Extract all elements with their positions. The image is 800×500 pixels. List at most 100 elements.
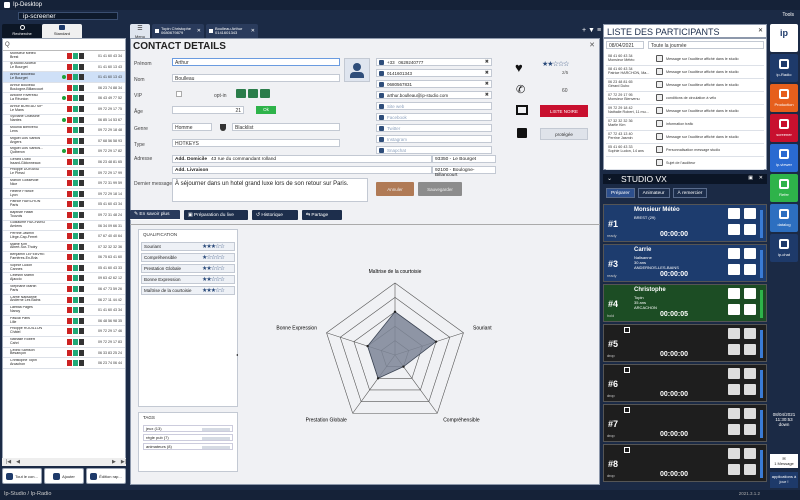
last-page-button[interactable]: ▶| [121, 459, 126, 465]
phone-icon[interactable] [728, 448, 740, 459]
close-icon[interactable]: ✕ [589, 41, 595, 49]
call-icon[interactable] [67, 360, 72, 367]
contact-row[interactable]: Carrie Nalisanne Anderne Les Bains 06 27 … [3, 295, 125, 306]
sms-icon[interactable] [73, 339, 78, 346]
phone-icon[interactable] [728, 248, 740, 259]
add-icon[interactable]: + [582, 27, 586, 34]
call-icon[interactable] [67, 264, 72, 271]
sms-icon[interactable] [73, 95, 78, 102]
mute-icon[interactable] [744, 344, 756, 355]
first-page-button[interactable]: |◀ [6, 459, 11, 465]
contact-row[interactable]: Maéle Kim Albert-Sur-Thoiry 07 32 32 32 3… [3, 242, 125, 253]
sidebar-item-production[interactable]: Production [770, 84, 798, 112]
edit-icon[interactable] [624, 327, 630, 333]
contact-row[interactable]: ip-studio Acceuil Le Bourget 01 41 60 13 … [3, 62, 125, 73]
tab-standard[interactable]: Standard [42, 24, 82, 38]
call-icon[interactable] [67, 95, 72, 102]
contact-row[interactable]: Christophe Topin Arcachon 06 23 74 06 44 [3, 358, 125, 369]
sms-icon[interactable] [73, 63, 78, 70]
mute-icon[interactable] [744, 264, 756, 275]
delete-icon[interactable]: ✖ [485, 70, 489, 76]
edit-contact-button[interactable]: Édition rap... [86, 468, 126, 484]
sms-icon[interactable] [73, 127, 78, 134]
participant-row[interactable]: 07 72 43 13 40 Perrine Jasmin Message sur… [606, 131, 764, 144]
prenom-field[interactable]: Arthur [172, 58, 340, 66]
blacklist-button[interactable]: LISTE NOIRE [540, 105, 588, 117]
sms-icon[interactable] [73, 349, 78, 356]
sms-icon[interactable] [73, 275, 78, 282]
avatar[interactable] [344, 58, 370, 82]
mail-icon[interactable] [79, 180, 84, 187]
tab-recherche[interactable]: Recherche [2, 24, 42, 38]
mute-icon[interactable] [744, 304, 756, 315]
sms-icon[interactable] [73, 116, 78, 123]
tab-historique[interactable]: ↺ Historique [252, 210, 298, 220]
tab-a-remercier[interactable]: À remercier [672, 188, 708, 198]
call-icon[interactable] [67, 63, 72, 70]
delete-icon[interactable]: ✖ [485, 92, 489, 98]
mail-icon[interactable] [79, 211, 84, 218]
hangup-icon[interactable] [728, 384, 740, 395]
dialpad-icon[interactable] [744, 208, 756, 219]
contact-row[interactable]: Philippe ROUILLON Châtel 09 72 29 17 46 [3, 326, 125, 338]
last-message-field[interactable]: À séjourner dans un hotel grand luxe lor… [172, 178, 368, 202]
tab-menu[interactable]: ☰ Menu [130, 24, 150, 39]
contact-row[interactable]: Arthur Boulleau Le Bourget 01 41 60 13 43 [3, 72, 125, 83]
sidebar-item-ipradio[interactable]: ip-Radio [770, 54, 798, 82]
phone-3[interactable]: 0680567831 ✖ [376, 80, 492, 88]
nom-field[interactable]: Boulleau [172, 74, 340, 82]
genre-select[interactable]: Homme [172, 123, 212, 131]
participant-row[interactable]: 07 32 32 32 36 Maéle Kim information traf… [606, 118, 764, 131]
call-icon[interactable] [67, 254, 72, 261]
contact-row[interactable]: Miguel Dos Santos Angers 07 68 56 58 93 [3, 136, 125, 147]
mail-icon[interactable] [79, 74, 84, 81]
dialpad-icon[interactable] [744, 288, 756, 299]
contact-row[interactable]: Sylviane Chassine Nantes 06 85 14 53 67 [3, 115, 125, 126]
call-icon[interactable] [67, 243, 72, 250]
dialpad-icon[interactable] [744, 368, 756, 379]
collapse-icon[interactable]: ⌄ [607, 175, 612, 182]
phone-icon[interactable] [728, 368, 740, 379]
mail-icon[interactable] [79, 243, 84, 250]
sidebar-item-datalog[interactable]: datalog [770, 204, 798, 232]
mail-icon[interactable] [79, 148, 84, 155]
mail-icon[interactable] [79, 233, 84, 240]
contact-row[interactable]: Cédric Samson Besançon 06 33 83 25 24 [3, 348, 125, 359]
collapse-handle[interactable]: ◂ [236, 352, 238, 357]
hangup-icon[interactable] [728, 304, 740, 315]
sidebar-item-ipviewer[interactable]: ip-viewer [770, 144, 798, 172]
contact-row[interactable]: Nathalie Robert Cahri 09 72 29 17 83 [3, 337, 125, 348]
phone-icon[interactable] [728, 328, 740, 339]
contact-row[interactable]: Benjamin LEFEBVRE Farrières-En-Bria 06 75… [3, 252, 125, 263]
tab-en-savoir-plus[interactable]: ✎ En savoir plus [130, 210, 180, 220]
dialpad-icon[interactable] [744, 408, 756, 419]
sms-icon[interactable] [73, 286, 78, 293]
call-icon[interactable] [67, 105, 72, 112]
call-icon[interactable] [67, 127, 72, 134]
studio-line[interactable]: #6 drop 00:00:00 [603, 364, 767, 402]
qualification-row[interactable]: Compréhensible ★☆☆☆☆ [141, 253, 235, 262]
call-icon[interactable] [67, 74, 72, 81]
qualification-row[interactable]: Souriant ★★★☆☆ [141, 242, 235, 251]
call-icon[interactable] [67, 148, 72, 155]
mail-icon[interactable] [79, 201, 84, 208]
address-domicile[interactable]: Add. Domicile 43 rue du commandant rolla… [172, 155, 432, 163]
mail-icon[interactable] [79, 190, 84, 197]
save-note-button[interactable]: Sauvegarder [418, 182, 462, 196]
call-icon[interactable] [67, 328, 72, 335]
contact-row[interactable]: Guillaume HUCHARD Amiens 06 34 09 66 31 [3, 221, 125, 232]
sms-icon[interactable] [73, 148, 78, 155]
participant-row[interactable]: Sujet de l'auditeur [606, 157, 764, 170]
phone-call-icon[interactable] [260, 89, 270, 98]
contact-row[interactable]: Antoine Rivereau La Réunion 06 43 49 77 5… [3, 93, 125, 104]
call-icon[interactable] [67, 169, 72, 176]
close-icon[interactable]: ✕ [759, 175, 763, 181]
mail-icon[interactable] [79, 296, 84, 303]
sms-icon[interactable] [73, 158, 78, 165]
rating-stars[interactable]: ★★☆☆☆ [202, 265, 225, 272]
call-icon[interactable] [67, 190, 72, 197]
prev-page-button[interactable]: ◀ [16, 459, 20, 465]
call-icon[interactable] [67, 158, 72, 165]
contact-row[interactable]: Sophie Ludon Cannes 05 41 60 43 33 [3, 263, 125, 274]
apps-status[interactable]: applications à jour ! [770, 472, 798, 488]
